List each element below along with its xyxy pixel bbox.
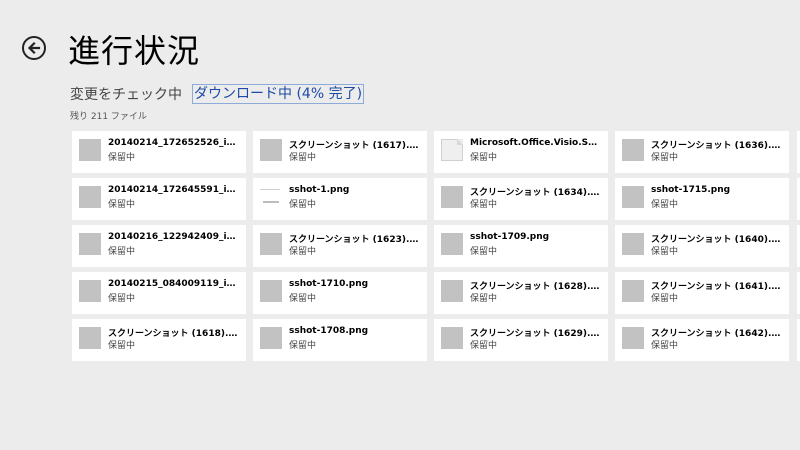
- image-thumbnail: [441, 327, 463, 349]
- file-status: 保留中: [108, 247, 136, 257]
- file-status: 保留中: [470, 247, 498, 257]
- file-status: 保留中: [289, 200, 317, 210]
- file-tile[interactable]: sshot-1708.png 保留中: [253, 319, 427, 361]
- image-thumbnail: [79, 280, 101, 302]
- file-name: 20140214_172645591_iOS.jpg: [108, 185, 240, 195]
- file-status: 保留中: [651, 294, 679, 304]
- document-thumbnail-icon: [441, 139, 463, 161]
- file-status: 保留中: [651, 153, 679, 163]
- file-name: sshot-1.png: [289, 185, 350, 195]
- status-row: 変更をチェック中 ダウンロード中 (4% 完了): [70, 84, 365, 104]
- file-status: 保留中: [108, 200, 136, 210]
- file-tile[interactable]: スクリーンショット (1634).png 保留中: [434, 178, 608, 220]
- page-title: 進行状況: [68, 32, 201, 70]
- image-thumbnail: [260, 233, 282, 255]
- file-status: 保留中: [289, 247, 317, 257]
- back-arrow-icon: [27, 41, 41, 55]
- download-progress-link[interactable]: ダウンロード中 (4% 完了): [192, 84, 365, 104]
- image-thumbnail: [622, 186, 644, 208]
- file-name: sshot-1710.png: [289, 279, 369, 289]
- file-status: 保留中: [470, 294, 498, 304]
- image-thumbnail: [441, 280, 463, 302]
- file-tile[interactable]: 20140214_172645591_iOS.jpg 保留中: [72, 178, 246, 220]
- image-thumbnail: [260, 186, 282, 208]
- file-tile[interactable]: sshot-1.png 保留中: [253, 178, 427, 220]
- file-tile[interactable]: スクリーンショット (1642).png 保留中: [615, 319, 789, 361]
- image-thumbnail: [79, 233, 101, 255]
- file-status: 保留中: [470, 153, 498, 163]
- image-thumbnail: [260, 327, 282, 349]
- file-name: 20140214_172652526_iOS.jpg: [108, 138, 240, 148]
- file-status: 保留中: [651, 247, 679, 257]
- file-tile[interactable]: スクリーンショット (1641).png 保留中: [615, 272, 789, 314]
- file-tile[interactable]: スクリーンショット (1640).png 保留中: [615, 225, 789, 267]
- back-button[interactable]: [22, 36, 46, 60]
- file-status: 保留中: [108, 341, 136, 351]
- file-grid: 20140214_172652526_iOS.jpg保留中スクリーンショット (…: [72, 131, 789, 361]
- image-thumbnail: [622, 327, 644, 349]
- image-thumbnail: [622, 233, 644, 255]
- file-status: 保留中: [470, 200, 498, 210]
- file-name: sshot-1709.png: [470, 232, 550, 242]
- image-thumbnail: [622, 280, 644, 302]
- file-status: 保留中: [651, 341, 679, 351]
- file-name: 20140216_122942409_iOS.jpg: [108, 232, 240, 242]
- image-thumbnail: [441, 233, 463, 255]
- file-status: 保留中: [289, 341, 317, 351]
- image-thumbnail: [79, 139, 101, 161]
- file-name: sshot-1708.png: [289, 326, 369, 336]
- image-thumbnail: [260, 280, 282, 302]
- file-tile[interactable]: sshot-1709.png 保留中: [434, 225, 608, 267]
- image-thumbnail: [260, 139, 282, 161]
- file-status: 保留中: [289, 153, 317, 163]
- file-status: 保留中: [289, 294, 317, 304]
- file-status: 保留中: [108, 153, 136, 163]
- image-thumbnail: [441, 186, 463, 208]
- file-tile[interactable]: スクリーンショット (1623).png 保留中: [253, 225, 427, 267]
- file-tile[interactable]: 20140214_172652526_iOS.jpg 保留中: [72, 131, 246, 173]
- file-status: 保留中: [651, 200, 679, 210]
- file-tile[interactable]: スクリーンショット (1628).png 保留中: [434, 272, 608, 314]
- file-name: 20140215_084009119_iOS.jpg: [108, 279, 240, 289]
- file-tile[interactable]: スクリーンショット (1636).png 保留中: [615, 131, 789, 173]
- image-thumbnail: [79, 327, 101, 349]
- image-thumbnail: [622, 139, 644, 161]
- file-tile[interactable]: sshot-1715.png 保留中: [615, 178, 789, 220]
- file-tile[interactable]: スクリーンショット (1618).png 保留中: [72, 319, 246, 361]
- file-tile[interactable]: sshot-1710.png 保留中: [253, 272, 427, 314]
- checking-status-text: 変更をチェック中: [70, 87, 182, 103]
- file-tile[interactable]: 20140215_084009119_iOS.jpg 保留中: [72, 272, 246, 314]
- file-tile[interactable]: スクリーンショット (1617).png 保留中: [253, 131, 427, 173]
- remaining-files-count: 残り 211 ファイル: [70, 112, 147, 122]
- file-status: 保留中: [470, 341, 498, 351]
- file-tile[interactable]: Microsoft.Office.Visio.Server.O… 保留中: [434, 131, 608, 173]
- image-thumbnail: [79, 186, 101, 208]
- file-tile[interactable]: 20140216_122942409_iOS.jpg 保留中: [72, 225, 246, 267]
- file-status: 保留中: [108, 294, 136, 304]
- file-tile[interactable]: スクリーンショット (1629).png 保留中: [434, 319, 608, 361]
- file-name: sshot-1715.png: [651, 185, 731, 195]
- file-name: Microsoft.Office.Visio.Server.O…: [470, 138, 602, 148]
